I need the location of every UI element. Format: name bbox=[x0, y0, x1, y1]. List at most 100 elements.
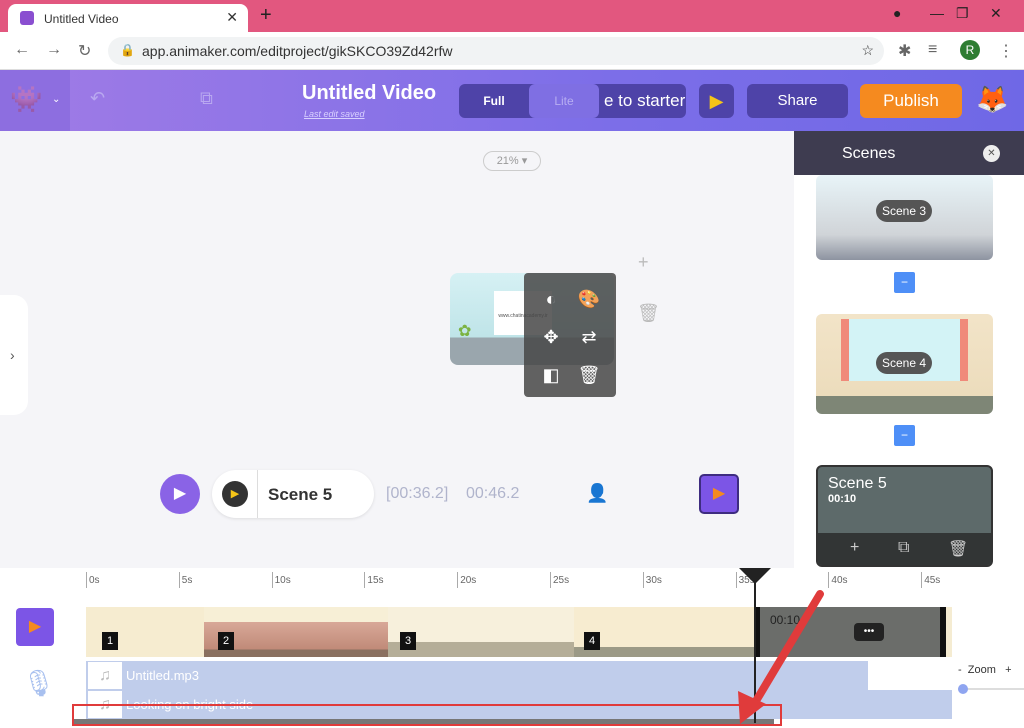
browser-menu-icon[interactable]: ⋮ bbox=[998, 41, 1014, 61]
play-video-button[interactable]: ▶ bbox=[160, 474, 200, 514]
add-icon[interactable]: + bbox=[638, 252, 649, 273]
scene-number: 4 bbox=[584, 632, 600, 650]
scene-label: Scene 4 bbox=[876, 352, 933, 374]
extensions-icon[interactable]: ✱ bbox=[898, 41, 911, 61]
scenes-title: Scenes bbox=[842, 145, 896, 162]
duplicate-icon[interactable]: ⧉ bbox=[200, 88, 213, 109]
music-note-icon: ♫ bbox=[88, 662, 122, 689]
scene-thumbnail-3[interactable]: Scene 3 bbox=[816, 175, 993, 260]
zoom-text: Zoom bbox=[967, 664, 996, 676]
timeline-zoom-label: - Zoom + bbox=[958, 664, 1012, 676]
scene-thumbnail-4[interactable]: Scene 4 bbox=[816, 314, 993, 414]
red-arrow-annotation bbox=[738, 590, 824, 724]
move-icon[interactable]: ✥ bbox=[536, 327, 566, 348]
media-control-icon[interactable]: ≡ bbox=[928, 41, 937, 59]
project-title[interactable]: Untitled Video bbox=[302, 82, 436, 105]
scene-duration: 00:10 bbox=[828, 493, 857, 505]
delete-scene-icon[interactable]: 🗑 bbox=[948, 539, 968, 559]
scene-clip-4[interactable]: 4 bbox=[574, 607, 756, 657]
animaker-favicon-icon bbox=[20, 11, 34, 25]
swap-icon[interactable]: ⇄ bbox=[574, 327, 604, 348]
back-icon[interactable]: ← bbox=[14, 41, 30, 59]
more-options-button[interactable]: ••• bbox=[854, 623, 884, 641]
switch-to-starter-button[interactable]: e to starter bbox=[604, 84, 685, 118]
playhead-handle[interactable] bbox=[739, 568, 771, 584]
zoom-value: 21% bbox=[496, 155, 519, 167]
total-time: 00:46.2 bbox=[466, 485, 520, 502]
close-panel-icon[interactable]: ✕ bbox=[983, 145, 1000, 162]
highlight-box-annotation bbox=[72, 704, 782, 726]
zoom-slider-handle[interactable] bbox=[958, 684, 968, 694]
lock-icon: 🔒 bbox=[120, 43, 135, 57]
trash-icon[interactable]: 🗑 bbox=[637, 303, 660, 324]
video-film-icon[interactable]: ▶ bbox=[699, 474, 739, 514]
last-edit-status[interactable]: Last edit saved bbox=[304, 109, 365, 119]
scene-clip-1[interactable]: 1 bbox=[86, 607, 204, 657]
reload-icon[interactable]: ↻ bbox=[78, 41, 91, 61]
close-tab-icon[interactable]: ✕ bbox=[226, 9, 238, 26]
preview-play-button[interactable]: ▶ bbox=[699, 84, 734, 118]
duplicate-scene-icon[interactable]: ⧉ bbox=[898, 539, 909, 557]
play-scene-button[interactable]: ▶ bbox=[222, 481, 248, 507]
flip-icon[interactable]: ◧ bbox=[536, 365, 566, 386]
scene-clip-2[interactable]: 2 bbox=[204, 607, 388, 657]
expand-library-button[interactable]: › bbox=[0, 295, 28, 415]
bookmark-star-icon[interactable]: ☆ bbox=[861, 42, 874, 59]
canvas-zoom-dropdown[interactable]: 21% ▾ bbox=[483, 151, 541, 171]
ruler-tick: 0s bbox=[86, 572, 100, 588]
ruler-tick: 10s bbox=[271, 572, 291, 588]
scene-clip-3[interactable]: 3 bbox=[388, 607, 574, 657]
tab-title: Untitled Video bbox=[44, 12, 119, 26]
url-input[interactable]: 🔒 app.animaker.com/editproject/gikSKCO39Z… bbox=[108, 37, 884, 65]
new-tab-button[interactable]: + bbox=[260, 4, 272, 27]
scene-actions-bar: + ⧉ 🗑 bbox=[818, 533, 991, 565]
remove-transition-button[interactable]: − bbox=[894, 272, 915, 293]
forward-icon[interactable]: → bbox=[46, 41, 62, 59]
undo-icon[interactable]: ↶ bbox=[90, 88, 105, 109]
restore-button[interactable]: ❐ bbox=[956, 5, 969, 22]
ruler-tick: 45s bbox=[921, 572, 940, 588]
browser-tab[interactable]: Untitled Video ✕ bbox=[8, 4, 248, 32]
scene-label: Scene 3 bbox=[876, 200, 933, 222]
scene-context-menu: ◐ 🎨 ✥ ⇄ ◧ 🗑 bbox=[524, 273, 616, 397]
profile-avatar[interactable]: R bbox=[960, 40, 980, 60]
ruler-tick: 40s bbox=[828, 572, 848, 588]
address-bar-row: ← → ↻ 🔒 app.animaker.com/editproject/gikS… bbox=[0, 32, 1024, 70]
mode-full-button[interactable]: Full bbox=[459, 84, 529, 118]
character-icon[interactable]: 👤 bbox=[586, 483, 608, 504]
remove-transition-button[interactable]: − bbox=[894, 425, 915, 446]
ruler-tick: 15s bbox=[364, 572, 384, 588]
plant-graphic: ✿ bbox=[458, 323, 472, 340]
mode-toggle: e to starter Full Lite bbox=[459, 84, 686, 118]
user-avatar[interactable]: 🦊 bbox=[976, 84, 1008, 115]
audio-track-name: Untitled.mp3 bbox=[126, 668, 199, 683]
divider bbox=[257, 470, 258, 518]
ruler-tick: 30s bbox=[642, 572, 662, 588]
zoom-in-button[interactable]: + bbox=[1005, 664, 1011, 676]
close-window-button[interactable]: ✕ bbox=[990, 5, 1002, 22]
mode-lite-button[interactable]: Lite bbox=[529, 84, 599, 118]
zoom-out-button[interactable]: - bbox=[958, 664, 962, 676]
chevron-down-icon: ⌄ bbox=[52, 94, 61, 105]
delete-icon[interactable]: 🗑 bbox=[574, 365, 604, 386]
animaker-logo-menu[interactable]: 👾 ⌄ bbox=[0, 70, 70, 131]
video-track-icon: ▶ bbox=[16, 608, 54, 646]
scene-label: Scene 5 bbox=[828, 475, 887, 492]
add-scene-icon[interactable]: + bbox=[850, 539, 859, 557]
browser-tab-bar: Untitled Video ✕ + ● — ❐ ✕ bbox=[0, 0, 1024, 32]
profile-menu-icon[interactable]: ● bbox=[893, 5, 901, 21]
scene-number: 3 bbox=[400, 632, 416, 650]
ruler-tick: 20s bbox=[457, 572, 476, 588]
url-text: app.animaker.com/editproject/gikSKCO39Zd… bbox=[142, 43, 453, 59]
publish-button[interactable]: Publish bbox=[860, 84, 962, 118]
microphone-icon[interactable]: 🎙 bbox=[22, 668, 55, 699]
contrast-icon[interactable]: ◐ bbox=[536, 289, 566, 310]
scene-thumbnail-5[interactable]: Scene 5 00:10 + ⧉ 🗑 bbox=[816, 465, 993, 567]
scene-number: 1 bbox=[102, 632, 118, 650]
scene-player: ▶ Scene 5 bbox=[212, 470, 374, 518]
current-time: [00:36.2] bbox=[386, 485, 449, 502]
mascot-logo-icon: 👾 bbox=[10, 84, 43, 114]
palette-icon[interactable]: 🎨 bbox=[574, 289, 604, 310]
minimize-button[interactable]: — bbox=[930, 5, 944, 21]
share-button[interactable]: Share bbox=[747, 84, 848, 118]
